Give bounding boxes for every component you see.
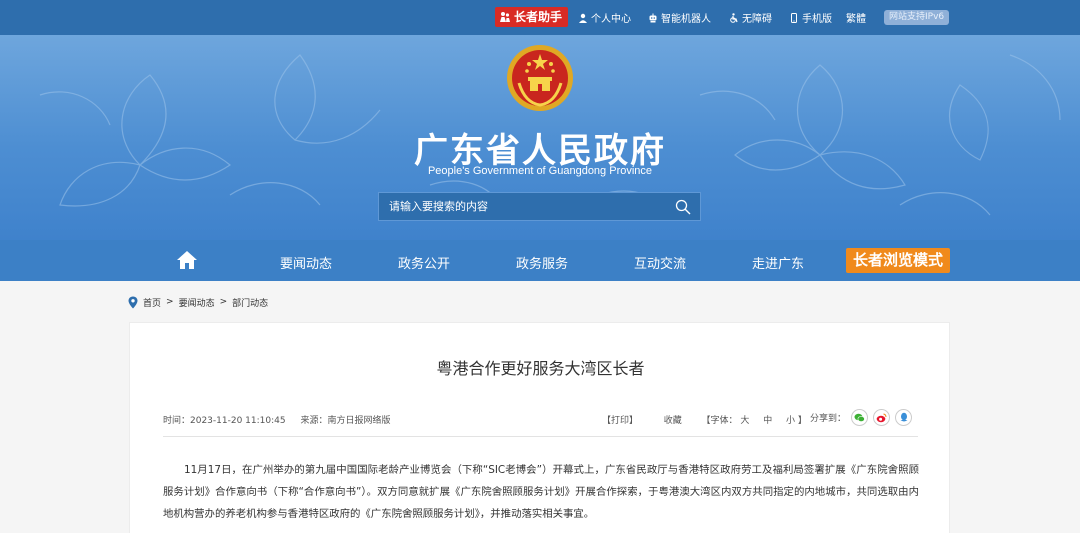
top-bar: 长者助手 个人中心 智能机器人 无障碍 手机版 繁體 网站支持IPv6 (0, 0, 1080, 35)
nav-item-interaction[interactable]: 互动交流 (634, 253, 686, 272)
nav-item-about-guangdong[interactable]: 走进广东 (752, 253, 804, 272)
breadcrumb-separator: > (219, 297, 228, 307)
weibo-icon (876, 413, 887, 422)
font-small-button[interactable]: 小 (786, 416, 795, 426)
elder-helper-button[interactable]: 长者助手 (495, 7, 569, 27)
share-qq-button[interactable] (895, 409, 913, 426)
ipv6-badge: 网站支持IPv6 (884, 10, 950, 25)
mobile-link[interactable]: 手机版 (789, 10, 832, 25)
robot-icon (649, 13, 657, 22)
font-medium-button[interactable]: 中 (763, 416, 772, 426)
home-icon[interactable] (176, 250, 198, 270)
font-size-label: 【字体： (701, 416, 738, 426)
elder-helper-label: 长者助手 (514, 10, 563, 24)
site-subtitle: People's Government of Guangdong Provinc… (427, 165, 653, 177)
breadcrumb: 首页 > 要闻动态 > 部门动态 (128, 295, 268, 309)
article-source: 来源：南方日报网络版 (300, 416, 391, 426)
mobile-phone-icon (791, 12, 797, 23)
nav-item-government-affairs[interactable]: 政务公开 (398, 253, 450, 272)
breadcrumb-department-news[interactable]: 部门动态 (232, 296, 268, 309)
breadcrumb-separator: > (166, 297, 174, 307)
share-weibo-button[interactable] (873, 409, 891, 426)
national-emblem-logo (507, 45, 573, 111)
font-size-end: 】 (797, 416, 807, 426)
smart-robot-link[interactable]: 智能机器人 (648, 10, 711, 25)
share-wechat-button[interactable] (851, 409, 869, 426)
publish-time: 时间：2023-11-20 11:10:45 (163, 416, 286, 426)
accessibility-label: 无障碍 (742, 14, 772, 25)
nav-item-services[interactable]: 政务服务 (516, 253, 568, 272)
article-title: 粤港合作更好服务大湾区长者 (436, 359, 645, 378)
smart-robot-label: 智能机器人 (661, 14, 711, 25)
accessibility-icon (730, 12, 738, 23)
personal-center-link[interactable]: 个人中心 (578, 10, 631, 25)
elder-browse-mode-button[interactable]: 长者浏览模式 (846, 248, 951, 273)
article-paragraph: 11月17日，在广州举办的第九届中国国际老龄产业博览会（下称“SIC老博会”）开… (163, 464, 919, 520)
wechat-icon (854, 413, 865, 422)
elder-helper-icon (500, 12, 510, 22)
article-panel: 粤港合作更好服务大湾区长者 时间：2023-11-20 11:10:45 来源：… (129, 322, 950, 533)
article-tools: 【打印】 收藏 【字体： 大 中 小 】 (602, 413, 807, 426)
personal-center-label: 个人中心 (591, 14, 631, 25)
search-input[interactable] (379, 193, 666, 220)
breadcrumb-news[interactable]: 要闻动态 (179, 296, 215, 309)
favorite-link[interactable]: 收藏 (664, 416, 682, 426)
main-nav: 要闻动态 政务公开 政务服务 互动交流 走进广东 长者浏览模式 (0, 240, 1080, 281)
user-icon (579, 13, 587, 23)
mobile-label: 手机版 (802, 14, 832, 25)
article-meta: 时间：2023-11-20 11:10:45 来源：南方日报网络版 (163, 413, 402, 426)
nav-item-news[interactable]: 要闻动态 (280, 253, 332, 272)
breadcrumb-home[interactable]: 首页 (143, 296, 161, 309)
share-bar: 分享到： (810, 409, 913, 426)
meta-divider (163, 436, 918, 437)
traditional-label: 繁體 (846, 14, 866, 25)
share-label: 分享到： (810, 414, 847, 424)
search-icon (675, 199, 691, 214)
accessibility-link[interactable]: 无障碍 (729, 10, 772, 25)
location-pin-icon (128, 296, 138, 308)
traditional-chinese-link[interactable]: 繁體 (846, 10, 866, 25)
search-box (378, 192, 701, 221)
font-large-button[interactable]: 大 (740, 416, 749, 426)
search-button[interactable] (666, 193, 700, 220)
print-link[interactable]: 【打印】 (602, 416, 638, 426)
header-banner: 广东省人民政府 People's Government of Guangdong… (0, 35, 1080, 240)
qq-icon (900, 412, 908, 422)
